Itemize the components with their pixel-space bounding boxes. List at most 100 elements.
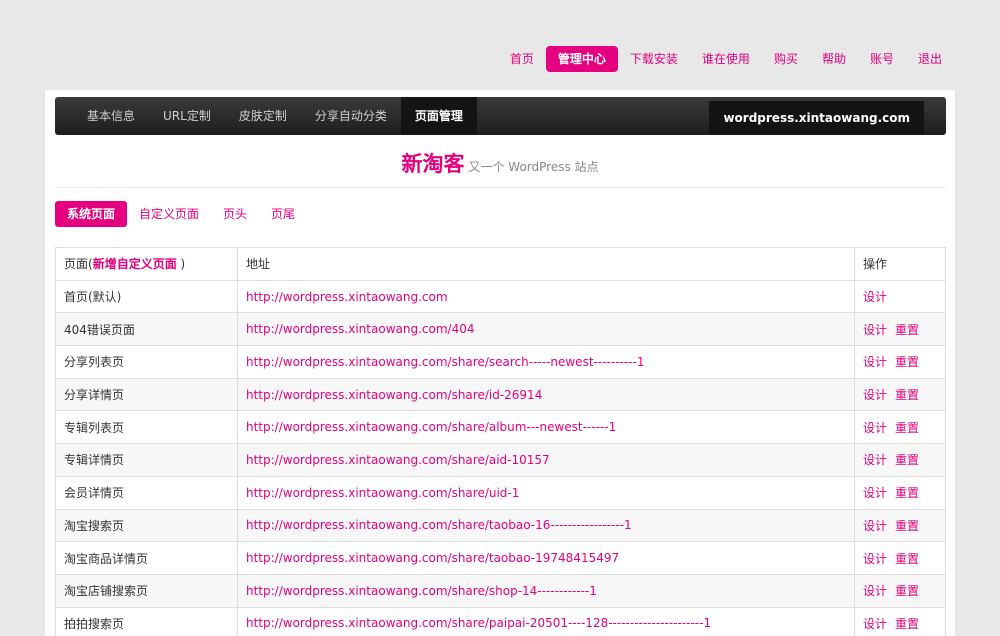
table-row: 会员详情页 http://wordpress.xintaowang.com/sha… (55, 475, 946, 510)
page-url-link[interactable]: http://wordpress.xintaowang.com/share/ta… (246, 518, 632, 532)
reset-link[interactable]: 重置 (895, 486, 919, 500)
admin-tab[interactable]: 基本信息 (55, 97, 149, 135)
add-custom-page-link[interactable]: 新增自定义页面 (93, 257, 177, 271)
page-name: 专辑详情页 (55, 443, 238, 477)
table-row: 拍拍搜索页 http://wordpress.xintaowang.com/sha… (55, 606, 946, 636)
topnav-item[interactable]: 购买 (762, 46, 810, 72)
page-name: 分享列表页 (55, 345, 238, 379)
action-cell: 设计 重置 (854, 606, 946, 636)
page-url-link[interactable]: http://wordpress.xintaowang.com/share/sh… (246, 584, 597, 598)
design-link[interactable]: 设计 (863, 355, 887, 369)
reset-link[interactable]: 重置 (895, 584, 919, 598)
site-brand: 新淘客 又一个 WordPress 站点 (45, 148, 955, 178)
page-url-link[interactable]: http://wordpress.xintaowang.com (246, 290, 448, 304)
design-link[interactable]: 设计 (863, 421, 887, 435)
page-url-link[interactable]: http://wordpress.xintaowang.com/share/ta… (246, 551, 619, 565)
reset-link[interactable]: 重置 (895, 421, 919, 435)
reset-link[interactable]: 重置 (895, 617, 919, 631)
url-cell: http://wordpress.xintaowang.com/share/ai… (237, 443, 855, 477)
topnav-item[interactable]: 退出 (906, 46, 954, 72)
page-url-link[interactable]: http://wordpress.xintaowang.com/share/ai… (246, 453, 550, 467)
page-name: 淘宝商品详情页 (55, 541, 238, 575)
url-cell: http://wordpress.xintaowang.com/share/id… (237, 377, 855, 412)
topnav-item[interactable]: 账号 (858, 46, 906, 72)
table-row: 分享列表页 http://wordpress.xintaowang.com/sha… (55, 345, 946, 379)
design-link[interactable]: 设计 (863, 552, 887, 566)
page-name: 淘宝搜索页 (55, 508, 238, 543)
site-name: 新淘客 (401, 152, 465, 176)
url-cell: http://wordpress.xintaowang.com/share/se… (237, 345, 855, 379)
pages-table: 页面(新增自定义页面 ) 地址 操作 首页(默认) http://wordpres… (55, 247, 946, 636)
topnav-item[interactable]: 管理中心 (545, 46, 618, 72)
action-cell: 设计 重置 (854, 475, 946, 510)
design-link[interactable]: 设计 (863, 519, 887, 533)
action-cell: 设计 重置 (854, 377, 946, 412)
reset-link[interactable]: 重置 (895, 323, 919, 337)
admin-tab[interactable]: 页面管理 (400, 97, 477, 135)
admin-tab[interactable]: 皮肤定制 (225, 97, 301, 135)
url-cell: http://wordpress.xintaowang.com/share/ui… (237, 475, 855, 510)
table-header-row: 页面(新增自定义页面 ) 地址 操作 (55, 247, 946, 281)
page-url-link[interactable]: http://wordpress.xintaowang.com/404 (246, 322, 474, 336)
action-cell: 设计 重置 (854, 443, 946, 477)
subtab[interactable]: 自定义页面 (127, 201, 211, 227)
topnav-item[interactable]: 首页 (498, 46, 546, 72)
table-row: 首页(默认) http://wordpress.xintaowang.com 设计 (55, 279, 946, 314)
page-name: 首页(默认) (55, 279, 238, 314)
page-name: 会员详情页 (55, 475, 238, 510)
page-type-tabs: 系统页面 自定义页面 页头 页尾 (55, 201, 307, 227)
design-link[interactable]: 设计 (863, 388, 887, 402)
reset-link[interactable]: 重置 (895, 388, 919, 402)
subtab[interactable]: 系统页面 (55, 201, 128, 227)
table-row: 淘宝商品详情页 http://wordpress.xintaowang.com/s… (55, 541, 946, 575)
url-cell: http://wordpress.xintaowang.com/share/ta… (237, 541, 855, 575)
topnav-item[interactable]: 下载安装 (618, 46, 690, 72)
action-cell: 设计 重置 (854, 508, 946, 543)
design-link[interactable]: 设计 (863, 453, 887, 467)
header-address: 地址 (237, 247, 855, 281)
admin-tab-bar: 基本信息 URL定制 皮肤定制 分享自动分类 页面管理 wordpress.xintaow… (55, 97, 946, 135)
subtab[interactable]: 页尾 (259, 201, 307, 227)
table-row: 专辑详情页 http://wordpress.xintaowang.com/sha… (55, 443, 946, 477)
site-domain[interactable]: wordpress.xintaowang.com (709, 101, 924, 135)
page-url-link[interactable]: http://wordpress.xintaowang.com/share/id… (246, 388, 542, 402)
design-link[interactable]: 设计 (863, 290, 887, 304)
admin-tab[interactable]: URL定制 (149, 97, 225, 135)
url-cell: http://wordpress.xintaowang.com/share/ta… (237, 508, 855, 543)
subtab[interactable]: 页头 (211, 201, 259, 227)
page-url-link[interactable]: http://wordpress.xintaowang.com/share/se… (246, 355, 644, 369)
page-url-link[interactable]: http://wordpress.xintaowang.com/share/al… (246, 420, 616, 434)
page-name: 拍拍搜索页 (55, 606, 238, 636)
action-cell: 设计 重置 (854, 541, 946, 575)
reset-link[interactable]: 重置 (895, 453, 919, 467)
action-cell: 设计 重置 (854, 345, 946, 379)
page-url-link[interactable]: http://wordpress.xintaowang.com/share/ui… (246, 486, 519, 500)
admin-tab[interactable]: 分享自动分类 (301, 97, 401, 135)
topnav-item[interactable]: 帮助 (810, 46, 858, 72)
design-link[interactable]: 设计 (863, 323, 887, 337)
table-row: 淘宝店铺搜索页 http://wordpress.xintaowang.com/s… (55, 573, 946, 608)
page-url-link[interactable]: http://wordpress.xintaowang.com/share/pa… (246, 616, 711, 630)
url-cell: http://wordpress.xintaowang.com (237, 279, 855, 314)
action-cell: 设计 重置 (854, 312, 946, 347)
url-cell: http://wordpress.xintaowang.com/share/al… (237, 410, 855, 445)
page-name: 分享详情页 (55, 377, 238, 412)
topnav-item[interactable]: 谁在使用 (690, 46, 762, 72)
table-row: 专辑列表页 http://wordpress.xintaowang.com/sha… (55, 410, 946, 445)
site-subtitle: 又一个 WordPress 站点 (468, 160, 599, 174)
page-name: 专辑列表页 (55, 410, 238, 445)
url-cell: http://wordpress.xintaowang.com/share/sh… (237, 573, 855, 608)
table-row: 淘宝搜索页 http://wordpress.xintaowang.com/sha… (55, 508, 946, 543)
design-link[interactable]: 设计 (863, 617, 887, 631)
design-link[interactable]: 设计 (863, 486, 887, 500)
url-cell: http://wordpress.xintaowang.com/share/pa… (237, 606, 855, 636)
table-row: 分享详情页 http://wordpress.xintaowang.com/sha… (55, 377, 946, 412)
design-link[interactable]: 设计 (863, 584, 887, 598)
reset-link[interactable]: 重置 (895, 355, 919, 369)
reset-link[interactable]: 重置 (895, 519, 919, 533)
action-cell: 设计 重置 (854, 410, 946, 445)
top-navigation: 首页 管理中心 下载安装 谁在使用 购买 帮助 账号 退出 (498, 46, 954, 72)
header-page: 页面(新增自定义页面 ) (55, 247, 238, 281)
page-name: 404错误页面 (55, 312, 238, 347)
reset-link[interactable]: 重置 (895, 552, 919, 566)
